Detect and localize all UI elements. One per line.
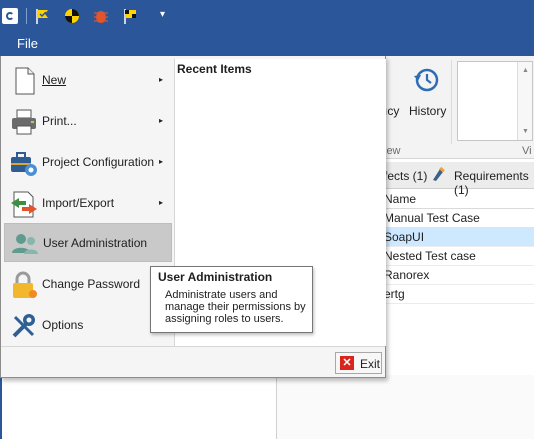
- bug-icon[interactable]: [92, 7, 110, 25]
- row-name: Nested Test case: [384, 249, 476, 263]
- import-export-icon: [11, 191, 37, 218]
- file-menu-footer: ✕ Exit: [1, 346, 385, 377]
- toolbar-separator: [26, 8, 27, 24]
- submenu-arrow-icon: ▸: [159, 198, 164, 207]
- new-document-icon: [15, 67, 35, 95]
- ribbon-group-label-view: iew: [384, 145, 401, 157]
- file-tab[interactable]: File: [0, 32, 55, 56]
- tooltip: User Administration Administrate users a…: [150, 266, 313, 333]
- row-name: Ranorex: [384, 268, 430, 282]
- exit-label: Exit: [360, 357, 381, 371]
- tab-defects[interactable]: fects (1): [384, 169, 427, 183]
- menu-item-options[interactable]: Options: [4, 306, 172, 345]
- menu-item-label: Print...: [42, 114, 77, 128]
- menu-item-label: Options: [42, 318, 84, 332]
- menu-item-label: Project Configuration: [42, 155, 155, 169]
- scroll-down-icon[interactable]: ▼: [522, 128, 529, 135]
- submenu-arrow-icon: ▸: [159, 116, 164, 125]
- menu-item-change-password[interactable]: Change Password: [4, 265, 172, 304]
- recent-items-title: Recent Items: [177, 62, 252, 76]
- customize-toolbar-dropdown[interactable]: ▾: [160, 9, 165, 20]
- row-name: SoapUI: [384, 230, 425, 244]
- flag-compare-icon[interactable]: [121, 7, 139, 25]
- test-run-icon[interactable]: [63, 7, 81, 25]
- menu-item-label: New: [42, 73, 67, 87]
- menu-item-user-administration[interactable]: User Administration: [4, 223, 172, 262]
- gallery-scrollbar[interactable]: ▲ ▼: [517, 62, 532, 140]
- users-icon: [12, 234, 38, 254]
- ribbon-group-label-vi: Vi: [522, 145, 532, 157]
- submenu-arrow-icon: ▸: [159, 75, 164, 84]
- app-icon[interactable]: [2, 8, 18, 24]
- menu-item-label: Change Password: [42, 277, 141, 291]
- scroll-up-icon[interactable]: ▲: [522, 67, 529, 74]
- row-name: Manual Test Case: [384, 211, 480, 225]
- ribbon-tab-row: [0, 32, 534, 56]
- flag-check-icon[interactable]: [34, 7, 52, 25]
- padlock-icon: [13, 271, 37, 298]
- partial-ribbon-button-label[interactable]: ıcy: [384, 104, 399, 118]
- menu-item-label: Import/Export: [42, 196, 115, 210]
- ribbon-group-separator: [451, 60, 452, 144]
- menu-item-label: User Administration: [43, 236, 148, 250]
- menu-item-new[interactable]: New ▸: [4, 61, 172, 100]
- left-panel: [0, 375, 277, 439]
- menu-item-print[interactable]: Print... ▸: [4, 102, 172, 141]
- ribbon-gallery[interactable]: ▲ ▼: [457, 61, 533, 141]
- menu-item-project-configuration[interactable]: Project Configuration ▸: [4, 143, 172, 182]
- menu-item-import-export[interactable]: Import/Export ▸: [4, 184, 172, 223]
- toolbox-gear-icon: [11, 152, 37, 176]
- exit-button[interactable]: ✕ Exit: [335, 352, 382, 374]
- tools-icon: [12, 314, 35, 338]
- row-name: ertg: [384, 287, 405, 301]
- submenu-arrow-icon: ▸: [159, 157, 164, 166]
- quick-access-toolbar: ▾: [0, 0, 534, 32]
- tooltip-title: User Administration: [158, 270, 273, 284]
- content-area: [277, 375, 534, 439]
- close-icon: ✕: [340, 356, 354, 370]
- requirements-icon: [433, 166, 445, 181]
- column-header-label: Name: [384, 192, 417, 206]
- tooltip-description: Administrate users and manage their perm…: [165, 289, 306, 325]
- file-menu-commands: New ▸ Print... ▸ Project Configuration ▸…: [1, 56, 174, 346]
- printer-icon: [12, 109, 36, 135]
- history-button[interactable]: History: [409, 104, 446, 118]
- history-icon[interactable]: [412, 66, 440, 94]
